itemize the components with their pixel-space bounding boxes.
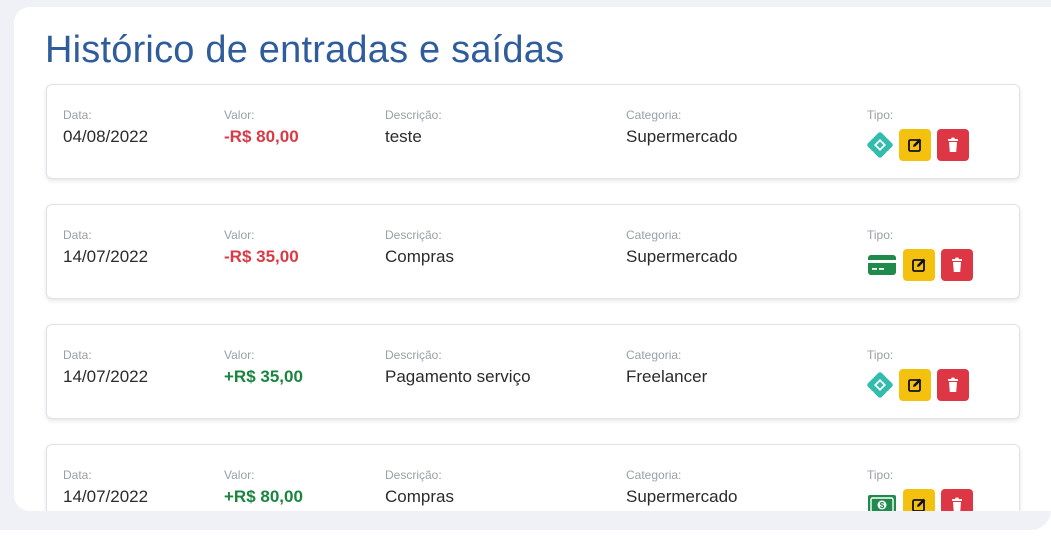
row-actions: $ (867, 489, 973, 511)
value-label: Valor: (224, 348, 255, 362)
delete-button[interactable] (937, 129, 969, 161)
description-field: Descrição: Pagamento serviço (385, 348, 531, 387)
trash-icon (948, 137, 958, 152)
category-label: Categoria: (626, 108, 682, 122)
edit-icon (908, 138, 922, 152)
pix-icon (867, 372, 893, 398)
type-label: Tipo: (867, 468, 894, 482)
date-label: Data: (63, 108, 92, 122)
category-field: Categoria: Supermercado (626, 228, 738, 267)
edit-button[interactable] (899, 369, 931, 401)
category-field: Categoria: Supermercado (626, 468, 738, 507)
type-field: Tipo: (867, 468, 893, 482)
date-label: Data: (63, 348, 92, 362)
date-label: Data: (63, 228, 92, 242)
description-label: Descrição: (385, 348, 442, 362)
category-field: Categoria: Supermercado (626, 108, 738, 147)
trash-icon (952, 257, 962, 272)
type-field: Tipo: (867, 228, 893, 242)
pix-icon (867, 132, 893, 158)
date-value: 14/07/2022 (63, 367, 149, 386)
type-label: Tipo: (867, 348, 894, 362)
transaction-card: Data: 14/07/2022 Valor: -R$ 35,00 Descri… (46, 204, 1020, 299)
description-label: Descrição: (385, 468, 442, 482)
value-label: Valor: (224, 108, 255, 122)
value-amount: -R$ 35,00 (224, 247, 299, 266)
description-value: Compras (385, 487, 454, 506)
edit-icon (912, 258, 926, 272)
date-field: Data: 14/07/2022 (63, 348, 148, 387)
description-field: Descrição: Compras (385, 228, 454, 267)
category-label: Categoria: (626, 468, 682, 482)
date-value: 14/07/2022 (63, 487, 149, 506)
history-panel: Histórico de entradas e saídas Data: 04/… (14, 7, 1051, 511)
edit-button[interactable] (899, 129, 931, 161)
value-field: Valor: -R$ 80,00 (224, 108, 299, 147)
value-amount: +R$ 80,00 (224, 487, 303, 506)
type-label: Tipo: (867, 108, 894, 122)
value-amount: +R$ 35,00 (224, 367, 303, 386)
description-field: Descrição: teste (385, 108, 442, 147)
type-label: Tipo: (867, 228, 894, 242)
description-label: Descrição: (385, 108, 442, 122)
description-value: Pagamento serviço (385, 367, 531, 386)
category-label: Categoria: (626, 348, 682, 362)
edit-button[interactable] (903, 489, 935, 511)
category-value: Supermercado (626, 487, 738, 506)
card-icon (867, 252, 897, 278)
description-field: Descrição: Compras (385, 468, 454, 507)
description-label: Descrição: (385, 228, 442, 242)
transaction-card: Data: 04/08/2022 Valor: -R$ 80,00 Descri… (46, 84, 1020, 179)
trash-icon (952, 497, 962, 511)
date-field: Data: 04/08/2022 (63, 108, 148, 147)
date-field: Data: 14/07/2022 (63, 228, 148, 267)
date-value: 04/08/2022 (63, 127, 149, 146)
cash-icon: $ (867, 492, 897, 511)
type-field: Tipo: (867, 348, 893, 362)
value-amount: -R$ 80,00 (224, 127, 299, 146)
category-label: Categoria: (626, 228, 682, 242)
date-field: Data: 14/07/2022 (63, 468, 148, 507)
delete-button[interactable] (941, 489, 973, 511)
date-value: 14/07/2022 (63, 247, 149, 266)
row-actions (867, 249, 973, 281)
page-title: Histórico de entradas e saídas (45, 29, 565, 71)
svg-text:$: $ (880, 501, 885, 510)
history-container: Histórico de entradas e saídas Data: 04/… (0, 0, 1051, 530)
row-actions (867, 129, 969, 161)
delete-button[interactable] (941, 249, 973, 281)
description-value: teste (385, 127, 422, 146)
value-field: Valor: -R$ 35,00 (224, 228, 299, 267)
transaction-card: Data: 14/07/2022 Valor: +R$ 35,00 Descri… (46, 324, 1020, 419)
description-value: Compras (385, 247, 454, 266)
value-label: Valor: (224, 468, 255, 482)
value-field: Valor: +R$ 80,00 (224, 468, 303, 507)
edit-button[interactable] (903, 249, 935, 281)
category-value: Supermercado (626, 127, 738, 146)
delete-button[interactable] (937, 369, 969, 401)
type-field: Tipo: (867, 108, 893, 122)
category-field: Categoria: Freelancer (626, 348, 707, 387)
value-field: Valor: +R$ 35,00 (224, 348, 303, 387)
transaction-card: Data: 14/07/2022 Valor: +R$ 80,00 Descri… (46, 444, 1020, 511)
edit-icon (912, 498, 926, 511)
category-value: Supermercado (626, 247, 738, 266)
row-actions (867, 369, 969, 401)
trash-icon (948, 377, 958, 392)
date-label: Data: (63, 468, 92, 482)
value-label: Valor: (224, 228, 255, 242)
category-value: Freelancer (626, 367, 708, 386)
edit-icon (908, 378, 922, 392)
